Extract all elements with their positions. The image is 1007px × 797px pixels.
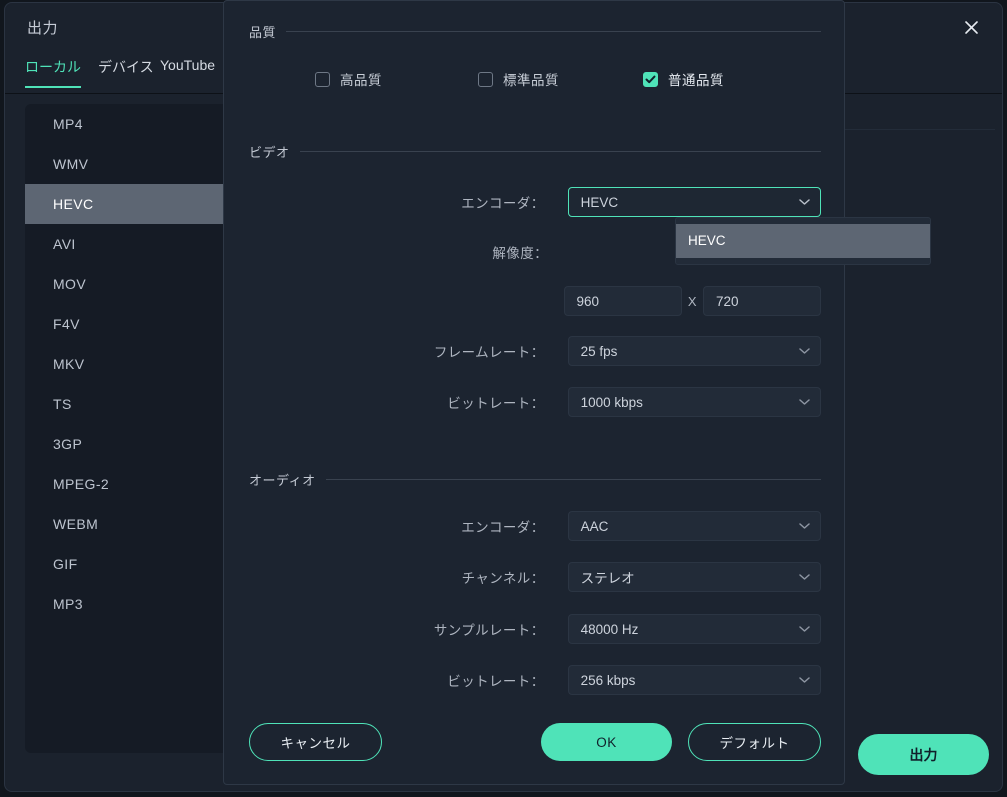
close-icon[interactable] (958, 14, 984, 40)
resolution-height-input[interactable] (703, 286, 821, 316)
format-item-hevc[interactable]: HEVC (25, 184, 228, 224)
format-item-mkv[interactable]: MKV (25, 344, 228, 384)
format-item-gif[interactable]: GIF (25, 544, 228, 584)
default-button[interactable]: デフォルト (688, 723, 821, 761)
dropdown-option-hevc[interactable]: HEVC (676, 224, 930, 258)
format-list: MP4 WMV HEVC AVI MOV F4V MKV TS 3GP MPEG… (25, 104, 228, 753)
audio-section: オーディオ (249, 470, 821, 488)
format-item-mpeg2[interactable]: MPEG-2 (25, 464, 228, 504)
export-button[interactable]: 出力 (858, 734, 989, 775)
quality-option-label: 普通品質 (668, 73, 724, 88)
quality-section: 品質 (249, 22, 821, 40)
chevron-down-icon (799, 199, 810, 206)
format-item-mov[interactable]: MOV (25, 264, 228, 304)
chevron-down-icon (799, 523, 810, 530)
format-item-mp3[interactable]: MP3 (25, 584, 228, 624)
checkbox-checked-icon[interactable] (643, 71, 658, 87)
audio-samplerate-label: サンプルレート： (433, 623, 545, 638)
video-section: ビデオ (249, 142, 821, 160)
section-rule (325, 478, 821, 480)
audio-bitrate-row: ビットレート： 256 kbps (249, 665, 821, 695)
quality-option-high[interactable]: 高品質 (315, 69, 382, 89)
ok-button[interactable]: OK (541, 723, 672, 761)
audio-bitrate-label: ビットレート： (447, 674, 545, 689)
quality-option-normal[interactable]: 普通品質 (643, 69, 724, 89)
audio-encoder-row: エンコーダ： AAC (249, 511, 821, 541)
export-settings-dialog: 品質 高品質 標準品質 普通品質 ビデオ エンコーダ： HEVC 解像度： HE… (223, 0, 931, 785)
video-section-title: ビデオ (249, 144, 290, 160)
audio-bitrate-value: 256 kbps (580, 672, 636, 688)
resolution-separator: X (687, 293, 697, 309)
video-resolution-inputs: X (249, 286, 821, 316)
format-item-webm[interactable]: WEBM (25, 504, 228, 544)
quality-options: 高品質 標準品質 普通品質 (249, 69, 821, 91)
cancel-button[interactable]: キャンセル (249, 723, 382, 761)
video-bitrate-value: 1000 kbps (580, 394, 643, 410)
format-item-3gp[interactable]: 3GP (25, 424, 228, 464)
resolution-width-input[interactable] (563, 286, 682, 316)
page-title: 出力 (27, 20, 59, 37)
video-resolution-label: 解像度： (492, 246, 548, 261)
tab-local[interactable]: ローカル (25, 57, 81, 88)
audio-encoder-value: AAC (580, 518, 609, 534)
chevron-down-icon (799, 677, 810, 684)
video-encoder-select[interactable]: HEVC (567, 187, 821, 217)
audio-section-title: オーディオ (249, 472, 316, 488)
format-item-avi[interactable]: AVI (25, 224, 228, 264)
audio-samplerate-value: 48000 Hz (580, 621, 639, 637)
tab-device[interactable]: デバイス (98, 57, 154, 86)
video-bitrate-row: ビットレート： 1000 kbps (249, 387, 821, 417)
audio-channel-select[interactable]: ステレオ (567, 562, 821, 592)
audio-channel-row: チャンネル： ステレオ (249, 562, 821, 592)
video-framerate-label: フレームレート： (433, 345, 545, 360)
audio-samplerate-row: サンプルレート： 48000 Hz (249, 614, 821, 644)
format-item-wmv[interactable]: WMV (25, 144, 228, 184)
checkbox-icon[interactable] (478, 71, 493, 87)
chevron-down-icon (799, 626, 810, 633)
video-framerate-value: 25 fps (580, 343, 618, 359)
video-encoder-dropdown[interactable]: HEVC (675, 217, 931, 265)
audio-encoder-select[interactable]: AAC (567, 511, 821, 541)
section-rule (299, 150, 821, 152)
chevron-down-icon (799, 574, 810, 581)
audio-channel-label: チャンネル： (461, 571, 545, 586)
quality-option-label: 高品質 (340, 73, 382, 88)
quality-section-title: 品質 (249, 24, 277, 40)
section-rule (286, 30, 821, 32)
audio-samplerate-select[interactable]: 48000 Hz (567, 614, 821, 644)
video-bitrate-label: ビットレート： (447, 396, 545, 411)
tab-youtube[interactable]: YouTube (160, 57, 215, 82)
video-framerate-row: フレームレート： 25 fps (249, 336, 821, 366)
app-root: 出力 ローカル デバイス YouTube MP4 WMV HEVC AVI MO… (0, 0, 1007, 797)
dialog-footer: キャンセル OK デフォルト (224, 723, 846, 761)
audio-bitrate-select[interactable]: 256 kbps (567, 665, 821, 695)
checkbox-icon[interactable] (315, 71, 330, 87)
quality-option-label: 標準品質 (503, 73, 559, 88)
video-framerate-select[interactable]: 25 fps (567, 336, 821, 366)
quality-option-standard[interactable]: 標準品質 (478, 69, 559, 89)
video-bitrate-select[interactable]: 1000 kbps (567, 387, 821, 417)
video-encoder-row: エンコーダ： HEVC (249, 187, 821, 217)
audio-channel-value: ステレオ (580, 571, 635, 586)
format-item-ts[interactable]: TS (25, 384, 228, 424)
chevron-down-icon (799, 348, 810, 355)
format-item-f4v[interactable]: F4V (25, 304, 228, 344)
audio-encoder-label: エンコーダ： (461, 520, 545, 535)
format-item-mp4[interactable]: MP4 (25, 104, 228, 144)
video-encoder-value: HEVC (580, 194, 619, 210)
chevron-down-icon (799, 399, 810, 406)
video-encoder-label: エンコーダ： (461, 196, 545, 211)
